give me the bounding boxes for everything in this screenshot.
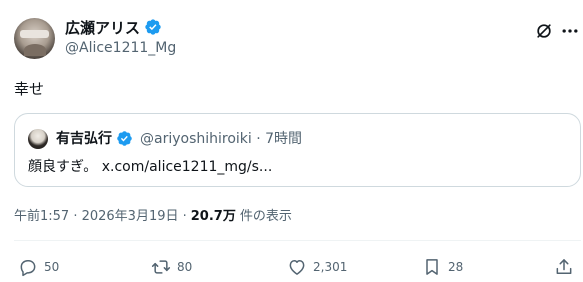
more-icon[interactable] [560, 21, 580, 41]
actions-divider [14, 240, 581, 241]
like-button[interactable]: 2,301 [287, 256, 347, 278]
bookmark-count: 28 [448, 260, 464, 274]
verified-badge-icon [117, 130, 132, 146]
views-label: 件の表示 [239, 209, 292, 224]
quoted-post[interactable]: 有吉弘行 @ariyoshihiroiki · 7時間 顔良すぎ。 x.com/… [14, 113, 581, 187]
post-meta: 午前1:57 · 2026年3月19日 · 20.7万 件の表示 [14, 205, 292, 224]
share-button[interactable] [554, 256, 574, 278]
action-bar: 50 80 2,301 28 [18, 256, 578, 278]
repost-icon [151, 260, 171, 274]
post-text: 幸せ [14, 80, 45, 98]
views-count: 20.7万 [190, 209, 236, 224]
quoted-author-handle-time[interactable]: @ariyoshihiroiki · 7時間 [140, 128, 302, 148]
bookmark-button[interactable]: 28 [422, 256, 463, 278]
author-avatar[interactable] [14, 18, 55, 59]
repost-count: 80 [177, 260, 193, 274]
grok-icon[interactable] [534, 21, 554, 41]
quoted-author-avatar[interactable] [28, 129, 48, 149]
heart-icon [289, 260, 305, 275]
post-header: 広瀬アリス @Alice1211_Mg [65, 17, 176, 57]
quoted-author-name[interactable]: 有吉弘行 [56, 128, 112, 148]
reply-icon [20, 260, 36, 277]
reply-count: 50 [44, 260, 60, 274]
author-handle[interactable]: @Alice1211_Mg [65, 40, 176, 56]
quoted-post-text: 顔良すぎ。 x.com/alice1211_mg/s... [28, 159, 273, 175]
reply-button[interactable]: 50 [18, 256, 59, 278]
post-timestamp[interactable]: 午前1:57 · 2026年3月19日 · [14, 205, 187, 224]
author-name-row: 広瀬アリス [65, 17, 176, 37]
verified-badge-icon [145, 19, 161, 35]
quoted-post-header: 有吉弘行 @ariyoshihiroiki · 7時間 [56, 127, 302, 149]
bookmark-icon [426, 259, 438, 275]
repost-button[interactable]: 80 [151, 256, 192, 278]
share-icon [556, 259, 572, 274]
author-display-name[interactable]: 広瀬アリス [65, 17, 140, 38]
like-count: 2,301 [313, 260, 348, 274]
